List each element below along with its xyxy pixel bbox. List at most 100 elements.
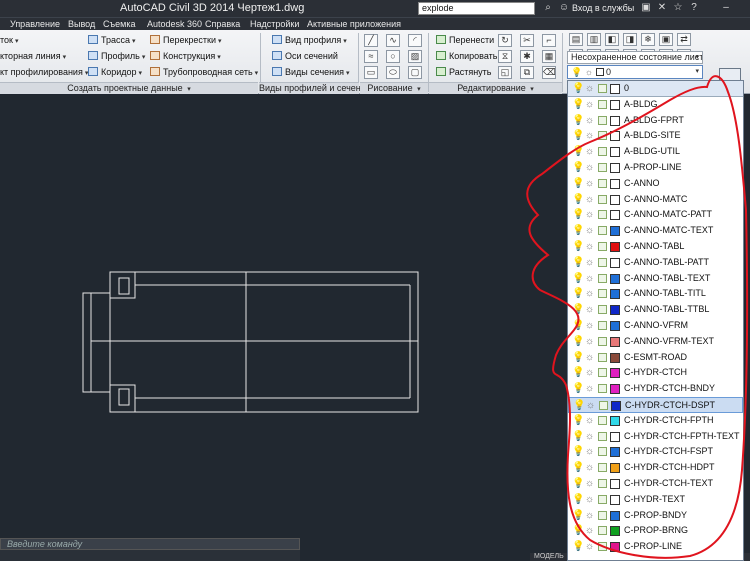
ribbon-item-feature-line[interactable]: кторная линия ▾	[0, 51, 66, 61]
bulb-icon[interactable]: 💡	[572, 241, 584, 252]
ribbon-pipe-network-button[interactable]: Трубопроводная сеть ▾	[150, 67, 258, 77]
bulb-icon[interactable]: 💡	[572, 146, 584, 157]
scale-tool-button[interactable]: ◱	[498, 66, 512, 79]
sun-icon[interactable]: ☼	[585, 288, 595, 299]
bulb-icon[interactable]: 💡	[572, 83, 584, 94]
trim-tool-button[interactable]: ✂	[520, 34, 534, 47]
bulb-icon[interactable]: 💡	[573, 400, 585, 411]
ellipse-tool-button[interactable]: ⬭	[386, 66, 400, 79]
lock-icon[interactable]	[598, 289, 607, 299]
layer-dropdown-list[interactable]: 💡 ☼ 0 💡 ☼ A-BLDG 💡 ☼ A-BLDG-FPRT 💡 ☼ A-BLDG-SITE 💡 ☼ A…	[567, 80, 744, 561]
layer-properties-button[interactable]: ▤	[569, 33, 583, 46]
ribbon-item-grading[interactable]: кт профилирования ▾	[0, 67, 88, 77]
menu-addins[interactable]: Надстройки	[250, 19, 299, 29]
menu-autodesk360[interactable]: Autodesk 360	[147, 19, 202, 29]
array-tool-button[interactable]: ▦	[542, 50, 556, 63]
rotate-tool-button[interactable]: ↻	[498, 34, 512, 47]
mirror-tool-button[interactable]: ⧖	[498, 50, 512, 63]
lock-icon[interactable]	[599, 401, 608, 410]
layer-row[interactable]: 💡 ☼ C-ANNO	[568, 176, 743, 192]
layer-row[interactable]: 💡 ☼ C-HYDR-CTCH-HDPT	[568, 460, 743, 476]
layer-row[interactable]: 💡 ☼ C-ANNO-MATC	[568, 192, 743, 208]
minimize-icon[interactable]: –	[720, 2, 732, 14]
layer-current-dropdown[interactable]: 💡 ☼ 0 ▾	[567, 65, 703, 79]
menu-survey[interactable]: Съемка	[103, 19, 135, 29]
lock-icon[interactable]	[598, 368, 607, 378]
layer-row[interactable]: 💡 ☼ A-BLDG-FPRT	[568, 113, 743, 129]
bulb-icon[interactable]: 💡	[572, 415, 584, 426]
sun-icon[interactable]: ☼	[585, 178, 595, 189]
lock-icon[interactable]	[598, 526, 607, 536]
search-input[interactable]: explode	[418, 2, 535, 15]
color-swatch[interactable]	[610, 384, 620, 395]
lock-icon[interactable]	[598, 305, 607, 315]
bulb-icon[interactable]: 💡	[572, 273, 584, 284]
menu-manage[interactable]: Управление	[10, 19, 60, 29]
lock-icon[interactable]	[598, 163, 607, 172]
sun-icon[interactable]: ☼	[585, 336, 595, 347]
layer-row[interactable]: 💡 ☼ C-HYDR-CTCH-FPTH	[568, 413, 743, 429]
spline-tool-button[interactable]: ≈	[364, 50, 378, 63]
color-swatch[interactable]	[610, 131, 620, 142]
lock-icon[interactable]	[598, 479, 607, 488]
ribbon-profile-button[interactable]: Профиль ▾	[88, 51, 145, 61]
layer-row[interactable]: 💡 ☼ C-ANNO-TABL-TTBL	[568, 302, 743, 318]
layer-row[interactable]: 💡 ☼ C-ANNO-MATC-PATT	[568, 207, 743, 223]
lock-icon[interactable]	[598, 131, 607, 141]
layer-row[interactable]: 💡 ☼ A-BLDG	[568, 97, 743, 113]
bulb-icon[interactable]: 💡	[572, 525, 584, 536]
lock-icon[interactable]	[598, 210, 607, 220]
panel-title-create-design[interactable]: Создать проектные данные ▾	[0, 82, 258, 94]
bulb-icon[interactable]: 💡	[572, 194, 584, 205]
layer-row[interactable]: 💡 ☼ C-PROP-BNDY	[568, 508, 743, 524]
sun-icon[interactable]: ☼	[585, 352, 595, 363]
lock-icon[interactable]	[598, 352, 607, 362]
sun-icon[interactable]: ☼	[585, 209, 595, 220]
color-swatch[interactable]	[610, 368, 620, 379]
bulb-icon[interactable]: 💡	[572, 367, 584, 378]
lock-icon[interactable]	[598, 84, 607, 93]
layer-row[interactable]: 💡 ☼ C-ANNO-VFRM	[568, 318, 743, 334]
bulb-icon[interactable]: 💡	[572, 209, 584, 220]
color-swatch[interactable]	[610, 147, 620, 158]
lock-icon[interactable]	[598, 431, 607, 441]
color-swatch[interactable]	[610, 84, 620, 94]
star-icon[interactable]: ☆	[672, 2, 684, 14]
layer-row[interactable]: 💡 ☼ C-ESMT-ROAD	[568, 350, 743, 366]
region-tool-button[interactable]: ▢	[408, 66, 422, 79]
menu-help[interactable]: Справка	[205, 19, 240, 29]
arc-tool-button[interactable]: ◜	[408, 34, 422, 47]
ribbon-intersections-button[interactable]: Перекрестки ▾	[150, 35, 222, 45]
command-line[interactable]: Введите команду	[0, 538, 300, 550]
ribbon-section-views-button[interactable]: Виды сечения ▾	[272, 67, 350, 77]
lock-icon[interactable]	[598, 257, 607, 267]
exchange-icon[interactable]: ✕	[656, 2, 668, 14]
rect-tool-button[interactable]: ▭	[364, 66, 378, 79]
hatch-tool-button[interactable]: ▨	[408, 50, 422, 63]
ribbon-alignment-button[interactable]: Трасса ▾	[88, 35, 136, 45]
lock-icon[interactable]	[598, 99, 607, 109]
color-swatch[interactable]	[610, 210, 620, 221]
ribbon-corridor-button[interactable]: Коридор ▾	[88, 67, 142, 77]
layer-row[interactable]: 💡 ☼ C-ANNO-VFRM-TEXT	[568, 334, 743, 350]
lock-icon[interactable]	[598, 273, 607, 283]
layer-states-button[interactable]: ▥	[587, 33, 601, 46]
sun-icon[interactable]: ☼	[585, 415, 595, 426]
sun-icon[interactable]: ☼	[585, 446, 595, 457]
lock-icon[interactable]	[598, 415, 607, 425]
color-swatch[interactable]	[610, 163, 620, 173]
sun-icon[interactable]: ☼	[585, 462, 595, 473]
bulb-icon[interactable]: 💡	[572, 225, 584, 236]
lock-icon[interactable]	[598, 242, 607, 251]
bulb-icon[interactable]: 💡	[572, 115, 584, 126]
offset-tool-button[interactable]: ⧉	[520, 66, 534, 79]
color-swatch[interactable]	[610, 289, 620, 300]
sun-icon[interactable]: ☼	[586, 400, 596, 411]
explode-tool-button[interactable]: ✱	[520, 50, 534, 63]
layer-match-button[interactable]: ⇄	[677, 33, 691, 46]
layer-lock-button[interactable]: ▣	[659, 33, 673, 46]
help-icon[interactable]: ?	[688, 2, 700, 14]
lock-icon[interactable]	[598, 494, 607, 504]
layer-row[interactable]: 💡 ☼ C-HYDR-TEXT	[568, 492, 743, 508]
user-icon[interactable]: ☺	[558, 2, 570, 14]
